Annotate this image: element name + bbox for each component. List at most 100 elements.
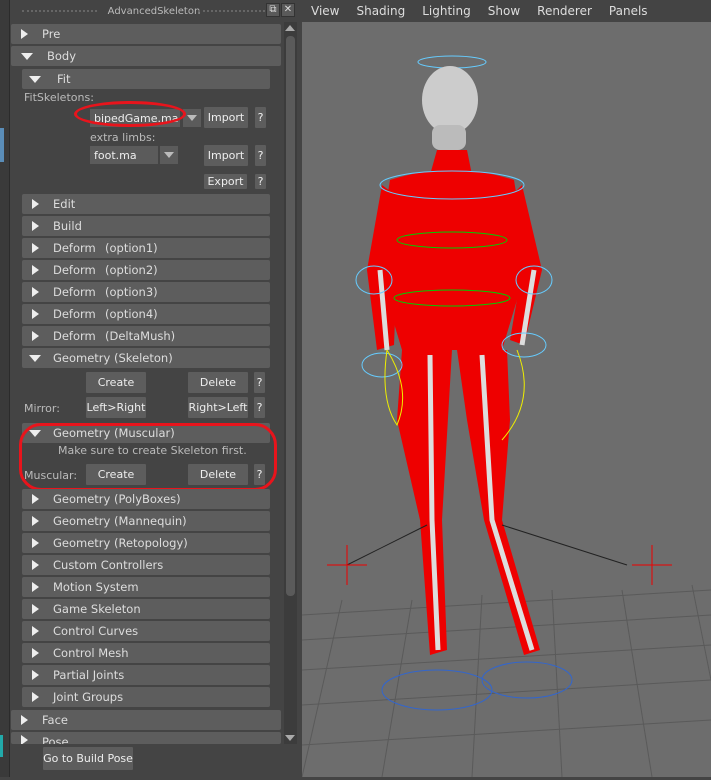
section-deform[interactable]: Deform (option4) (22, 304, 270, 324)
expand-icon (21, 29, 28, 39)
section-label: Game Skeleton (53, 602, 141, 616)
menu-renderer[interactable]: Renderer (528, 4, 600, 18)
expand-icon (32, 538, 39, 548)
menu-shading[interactable]: Shading (347, 4, 413, 18)
expand-icon (32, 243, 39, 253)
expand-icon (32, 516, 39, 526)
create-skeleton-button[interactable]: Create (86, 372, 146, 393)
section-label: Body (47, 49, 77, 63)
menu-panels[interactable]: Panels (600, 4, 656, 18)
scrollbar-thumb[interactable] (286, 36, 295, 596)
section-option: (option1) (105, 241, 158, 255)
go-to-build-pose-button[interactable]: Go to Build Pose (43, 747, 133, 770)
window-title: AdvancedSkeleton (107, 5, 201, 17)
section-label: Edit (53, 197, 76, 211)
close-icon[interactable]: ✕ (281, 3, 295, 17)
section-label: Deform (53, 285, 96, 299)
section-partial-joints[interactable]: Partial Joints (22, 665, 270, 685)
menu-lighting[interactable]: Lighting (413, 4, 479, 18)
section-label: Build (53, 219, 82, 233)
section-geometry-mannequin-[interactable]: Geometry (Mannequin) (22, 511, 270, 531)
help-button[interactable]: ? (254, 397, 265, 418)
float-window-icon[interactable]: ⧉ (266, 3, 280, 17)
section-label: Deform (53, 263, 96, 277)
mirror-left-right-button[interactable]: Left>Right (86, 397, 146, 418)
scroll-up-icon[interactable] (285, 25, 295, 31)
expand-icon (32, 199, 39, 209)
expand-icon (32, 331, 39, 341)
help-button[interactable]: ? (255, 107, 266, 128)
section-edit[interactable]: Edit (22, 194, 270, 214)
collapse-icon (29, 75, 41, 83)
window-title-bar: AdvancedSkeleton ⧉ ✕ (10, 0, 298, 22)
section-game-skeleton[interactable]: Game Skeleton (22, 599, 270, 619)
section-label: Deform (53, 329, 96, 343)
section-deform[interactable]: Deform (option3) (22, 282, 270, 302)
section-label: Motion System (53, 580, 139, 594)
section-label: Control Curves (53, 624, 139, 638)
section-label: Partial Joints (53, 668, 125, 682)
section-joint-groups[interactable]: Joint Groups (22, 687, 270, 707)
section-control-mesh[interactable]: Control Mesh (22, 643, 270, 663)
mirror-label: Mirror: (24, 402, 60, 415)
section-pre[interactable]: Pre (11, 24, 281, 44)
section-custom-controllers[interactable]: Custom Controllers (22, 555, 270, 575)
expand-icon (21, 715, 28, 725)
expand-icon (32, 287, 39, 297)
section-pose[interactable]: Pose (11, 732, 281, 744)
import-limbs-button[interactable]: Import (204, 145, 248, 166)
section-fit[interactable]: Fit (22, 69, 270, 89)
menu-show[interactable]: Show (479, 4, 528, 18)
extra-limbs-label: extra limbs: (90, 131, 156, 144)
section-label: Deform (53, 307, 96, 321)
highlight-ellipse (19, 423, 277, 491)
section-label: Geometry (Retopology) (53, 536, 188, 550)
section-deform[interactable]: Deform (option2) (22, 260, 270, 280)
help-button[interactable]: ? (254, 372, 265, 393)
section-geometry-retopology-[interactable]: Geometry (Retopology) (22, 533, 270, 553)
section-label: Pre (42, 27, 61, 41)
viewport[interactable] (301, 0, 711, 778)
collapse-icon (29, 354, 41, 362)
left-edge-strip (0, 0, 10, 777)
chevron-down-icon[interactable] (160, 146, 178, 164)
expand-icon (21, 735, 28, 744)
section-option: (option3) (105, 285, 158, 299)
section-build[interactable]: Build (22, 216, 270, 236)
section-body[interactable]: Body (11, 46, 281, 66)
section-geometry-polyboxes-[interactable]: Geometry (PolyBoxes) (22, 489, 270, 509)
section-motion-system[interactable]: Motion System (22, 577, 270, 597)
export-button[interactable]: Export (204, 174, 247, 189)
highlight-ellipse (74, 101, 186, 127)
section-option: (option4) (105, 307, 158, 321)
section-deform[interactable]: Deform (DeltaMush) (22, 326, 270, 346)
expand-icon (32, 582, 39, 592)
section-geometry-skeleton[interactable]: Geometry (Skeleton) (22, 348, 270, 368)
expand-icon (32, 560, 39, 570)
expand-icon (32, 604, 39, 614)
delete-skeleton-button[interactable]: Delete (188, 372, 248, 393)
mirror-right-left-button[interactable]: Right>Left (188, 397, 248, 418)
section-label: Joint Groups (53, 690, 124, 704)
section-option: (DeltaMush) (105, 329, 176, 343)
section-label: Deform (53, 241, 96, 255)
section-label: Geometry (Skeleton) (53, 351, 173, 365)
menu-view[interactable]: View (302, 4, 347, 18)
scroll-down-icon[interactable] (285, 735, 295, 741)
help-button[interactable]: ? (255, 174, 266, 189)
viewport-menu-bar: View Shading Lighting Show Renderer Panels (302, 0, 711, 22)
help-button[interactable]: ? (255, 145, 266, 166)
section-control-curves[interactable]: Control Curves (22, 621, 270, 641)
expand-icon (32, 221, 39, 231)
extra-limbs-dropdown[interactable]: foot.ma (90, 146, 158, 164)
fit-skeletons-label: FitSkeletons: (24, 91, 94, 104)
section-label: Custom Controllers (53, 558, 164, 572)
section-label: Geometry (PolyBoxes) (53, 492, 181, 506)
expand-icon (32, 265, 39, 275)
collapse-icon (21, 52, 33, 60)
import-button[interactable]: Import (204, 107, 248, 128)
section-face[interactable]: Face (11, 710, 281, 730)
expand-icon (32, 648, 39, 658)
section-deform[interactable]: Deform (option1) (22, 238, 270, 258)
expand-icon (32, 692, 39, 702)
